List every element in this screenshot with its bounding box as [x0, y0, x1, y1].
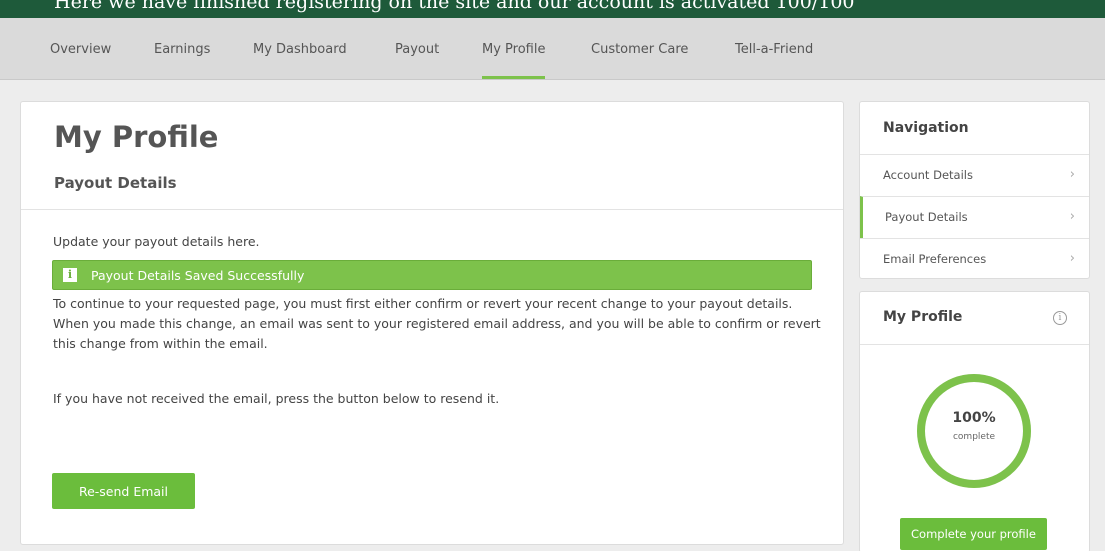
chevron-right-icon: › [1069, 251, 1075, 266]
progress-value: 100% [952, 410, 996, 426]
resend-email-button[interactable]: Re-send Email [52, 473, 195, 509]
profile-completion-card: My Profile i 100% complete Complete your… [859, 291, 1090, 551]
section-title: Payout Details [54, 174, 177, 192]
sidebar-item-label: Email Preferences [883, 252, 987, 266]
resend-instructions: If you have not received the email, pres… [53, 391, 500, 406]
progress-ring [917, 374, 1031, 488]
nav-customer-care[interactable]: Customer Care [591, 42, 688, 57]
sidebar-item-account-details[interactable]: Account Details › [860, 154, 1089, 196]
progress-label: complete [952, 432, 996, 442]
sidebar-item-label: Payout Details [885, 210, 968, 224]
sidebar-title: Navigation [883, 120, 969, 136]
sidebar-item-label: Account Details [883, 168, 973, 182]
profile-card-title: My Profile [883, 309, 963, 325]
nav-payout[interactable]: Payout [395, 42, 439, 57]
chevron-right-icon: › [1069, 167, 1075, 182]
sidebar-navigation: Navigation Account Details › Payout Deta… [859, 101, 1090, 279]
info-circle-icon[interactable]: i [1053, 311, 1067, 325]
nav-earnings[interactable]: Earnings [154, 42, 210, 57]
info-icon: i [63, 268, 77, 282]
success-alert: i Payout Details Saved Successfully [52, 260, 812, 290]
top-nav: Overview Earnings My Dashboard Payout My… [0, 18, 1105, 80]
profile-main-card: My Profile Payout Details Update your pa… [20, 101, 844, 545]
complete-profile-button[interactable]: Complete your profile [900, 518, 1047, 550]
page-title: My Profile [54, 120, 219, 154]
progress-ring-fill [917, 374, 1031, 488]
intro-text: Update your payout details here. [53, 234, 260, 249]
card-divider [860, 344, 1089, 345]
top-banner: Here we have finished registering on the… [0, 0, 1105, 18]
sidebar-item-email-preferences[interactable]: Email Preferences › [860, 238, 1089, 278]
nav-my-dashboard[interactable]: My Dashboard [253, 42, 347, 57]
alert-text: Payout Details Saved Successfully [91, 268, 305, 283]
sidebar-item-payout-details[interactable]: Payout Details › [860, 196, 1089, 238]
nav-tell-a-friend[interactable]: Tell-a-Friend [735, 42, 813, 57]
card-divider [21, 209, 843, 210]
banner-caption: Here we have finished registering on the… [54, 0, 855, 13]
chevron-right-icon: › [1069, 209, 1075, 224]
nav-overview[interactable]: Overview [50, 42, 111, 57]
nav-my-profile[interactable]: My Profile [482, 42, 546, 79]
confirmation-paragraph: To continue to your requested page, you … [53, 296, 821, 351]
